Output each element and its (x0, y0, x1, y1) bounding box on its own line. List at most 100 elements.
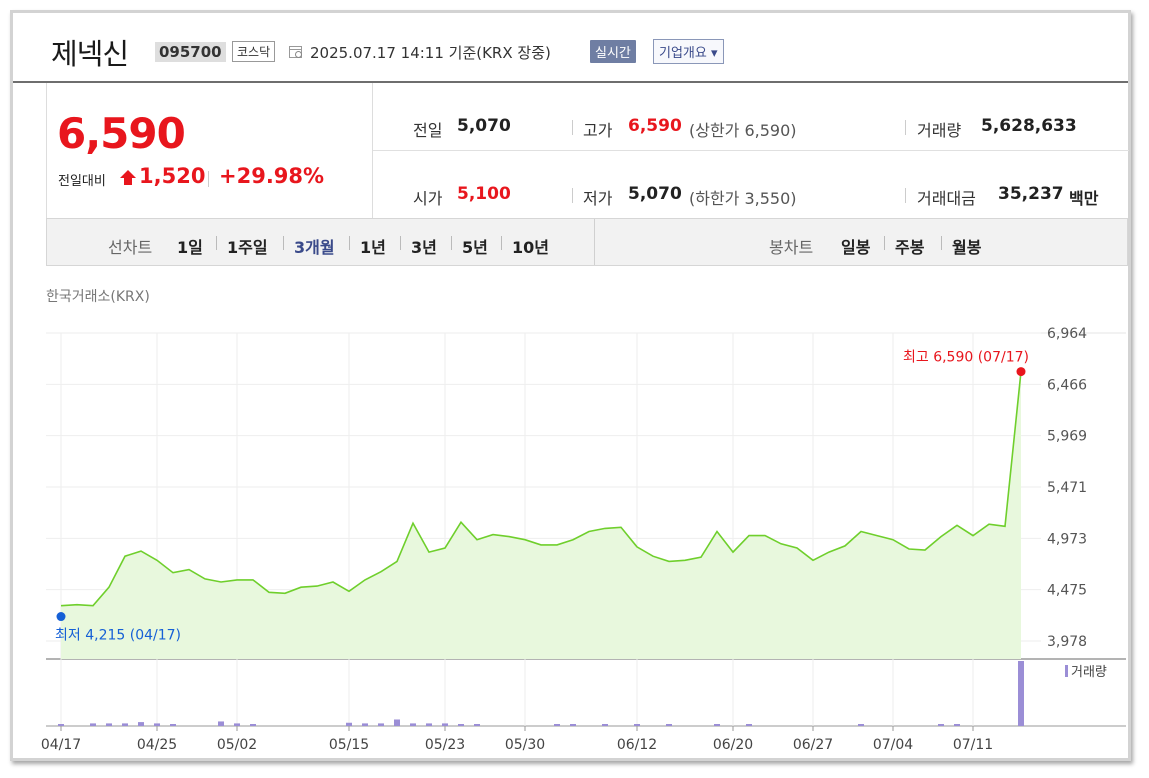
prev-close-label: 전일 (413, 121, 443, 140)
volume-bar (714, 724, 720, 726)
volume-label: 거래량 (917, 121, 962, 140)
volume-bar (378, 723, 384, 726)
volume-bar (938, 724, 944, 726)
period-3y[interactable]: 3년 (411, 234, 437, 258)
y-tick-label: 5,471 (1047, 480, 1087, 496)
prev-close-value: 5,070 (457, 116, 511, 136)
x-tick-label: 05/15 (329, 737, 369, 753)
volume-bar (362, 723, 368, 726)
current-price-panel: 6,590 전일대비 1,520 +29.98% (47, 83, 373, 218)
stock-code: 095700 (155, 42, 226, 62)
upper-limit: (상한가 6,590) (689, 121, 797, 140)
amount-label: 거래대금 (917, 189, 976, 208)
volume-bar (954, 724, 960, 726)
volume-bar (122, 723, 128, 726)
stock-header: 제넥신 095700 코스닥 2025.07.17 14:11 기준(KRX 장… (13, 13, 1128, 83)
candle-weekly[interactable]: 주봉 (895, 234, 924, 258)
low-value: 5,070 (628, 184, 682, 204)
price-change: 1,520 (139, 164, 206, 188)
volume-bar (746, 724, 752, 726)
high-label: 고가 (583, 121, 613, 140)
volume-value: 5,628,633 (981, 116, 1077, 136)
x-tick-label: 04/25 (137, 737, 177, 753)
volume-bar (90, 723, 96, 726)
volume-legend-swatch (1065, 665, 1068, 677)
high-annotation: 최고 6,590 (07/17) (903, 350, 1029, 366)
y-tick-label: 3,978 (1047, 634, 1087, 650)
market-badge: 코스닥 (232, 41, 276, 62)
volume-bar (666, 724, 672, 726)
amount-value: 35,237 (998, 184, 1064, 204)
low-label: 저가 (583, 189, 613, 208)
current-price: 6,590 (57, 109, 186, 158)
price-chart: 6,964 6,466 5,969 5,471 4,973 4,475 3,978 04/17… (41, 326, 1126, 753)
candle-chart-label: 봉차트 (769, 238, 814, 257)
period-5y[interactable]: 5년 (462, 234, 488, 258)
x-tick-label: 07/04 (873, 737, 913, 753)
volume-bar (170, 724, 176, 726)
volume-bar (570, 724, 576, 726)
volume-legend-label: 거래량 (1071, 665, 1107, 680)
x-tick-label: 05/30 (505, 737, 545, 753)
volume-bar (858, 724, 864, 726)
change-percent: +29.98% (219, 164, 325, 188)
high-value: 6,590 (628, 116, 682, 136)
timestamp: 2025.07.17 14:11 기준(KRX 장중) (310, 44, 551, 62)
volume-bar (426, 723, 432, 726)
open-value: 5,100 (457, 184, 511, 204)
amount-unit: 백만 (1069, 189, 1099, 208)
volume-bar (234, 723, 240, 726)
y-tick-label: 6,964 (1047, 326, 1087, 342)
volume-bar (250, 724, 256, 726)
y-tick-label: 4,973 (1047, 531, 1087, 547)
volume-bar (1018, 661, 1024, 726)
price-summary: 6,590 전일대비 1,520 +29.98% 전일 5,070 고가 6,5… (46, 83, 1129, 218)
change-label: 전일대비 (58, 174, 106, 189)
realtime-badge[interactable]: 실시간 (590, 40, 636, 63)
low-point-marker (56, 612, 66, 622)
x-tick-label: 04/17 (41, 737, 81, 753)
low-annotation: 최저 4,215 (04/17) (55, 628, 181, 644)
volume-bar (458, 724, 464, 726)
period-1w[interactable]: 1주일 (227, 234, 268, 258)
x-tick-label: 05/02 (217, 737, 257, 753)
volume-bar (58, 724, 64, 726)
chart-toolbar: 선차트 1일 1주일 3개월 1년 3년 5년 10년 봉차트 일봉 주봉 월봉 (46, 218, 1128, 266)
volume-bar (634, 724, 640, 726)
lower-limit: (하한가 3,550) (689, 189, 797, 208)
volume-bar (138, 722, 144, 726)
stock-widget: 제넥신 095700 코스닥 2025.07.17 14:11 기준(KRX 장… (10, 10, 1131, 761)
price-area (61, 371, 1021, 659)
volume-bar (346, 722, 352, 726)
up-arrow-icon (120, 170, 136, 185)
volume-bar (106, 723, 112, 726)
x-tick-label: 07/11 (953, 737, 993, 753)
volume-bar (410, 723, 416, 726)
y-tick-label: 5,969 (1047, 429, 1087, 445)
candle-monthly[interactable]: 월봉 (952, 234, 981, 258)
x-tick-label: 06/27 (793, 737, 833, 753)
high-point-marker (1016, 367, 1026, 377)
volume-bar (218, 721, 224, 726)
period-1d[interactable]: 1일 (177, 234, 203, 258)
volume-bar (602, 724, 608, 726)
period-1y[interactable]: 1년 (360, 234, 386, 258)
stock-name: 제넥신 (51, 37, 129, 71)
y-tick-label: 6,466 (1047, 377, 1087, 393)
volume-bar (442, 723, 448, 726)
company-info-dropdown[interactable]: 기업개요 ▾ (653, 39, 724, 64)
line-chart-label: 선차트 (108, 238, 153, 257)
volume-bar (474, 724, 480, 726)
clock-calendar-icon (289, 46, 302, 58)
volume-bar (394, 719, 400, 726)
candle-daily[interactable]: 일봉 (841, 234, 870, 258)
period-10y[interactable]: 10년 (512, 234, 549, 258)
volume-bar (554, 724, 560, 726)
x-tick-label: 06/20 (713, 737, 753, 753)
x-tick-label: 06/12 (617, 737, 657, 753)
x-tick-label: 05/23 (425, 737, 465, 753)
volume-bar (154, 723, 160, 726)
period-3m[interactable]: 3개월 (294, 234, 335, 258)
open-label: 시가 (413, 189, 443, 208)
y-tick-label: 4,475 (1047, 583, 1087, 599)
